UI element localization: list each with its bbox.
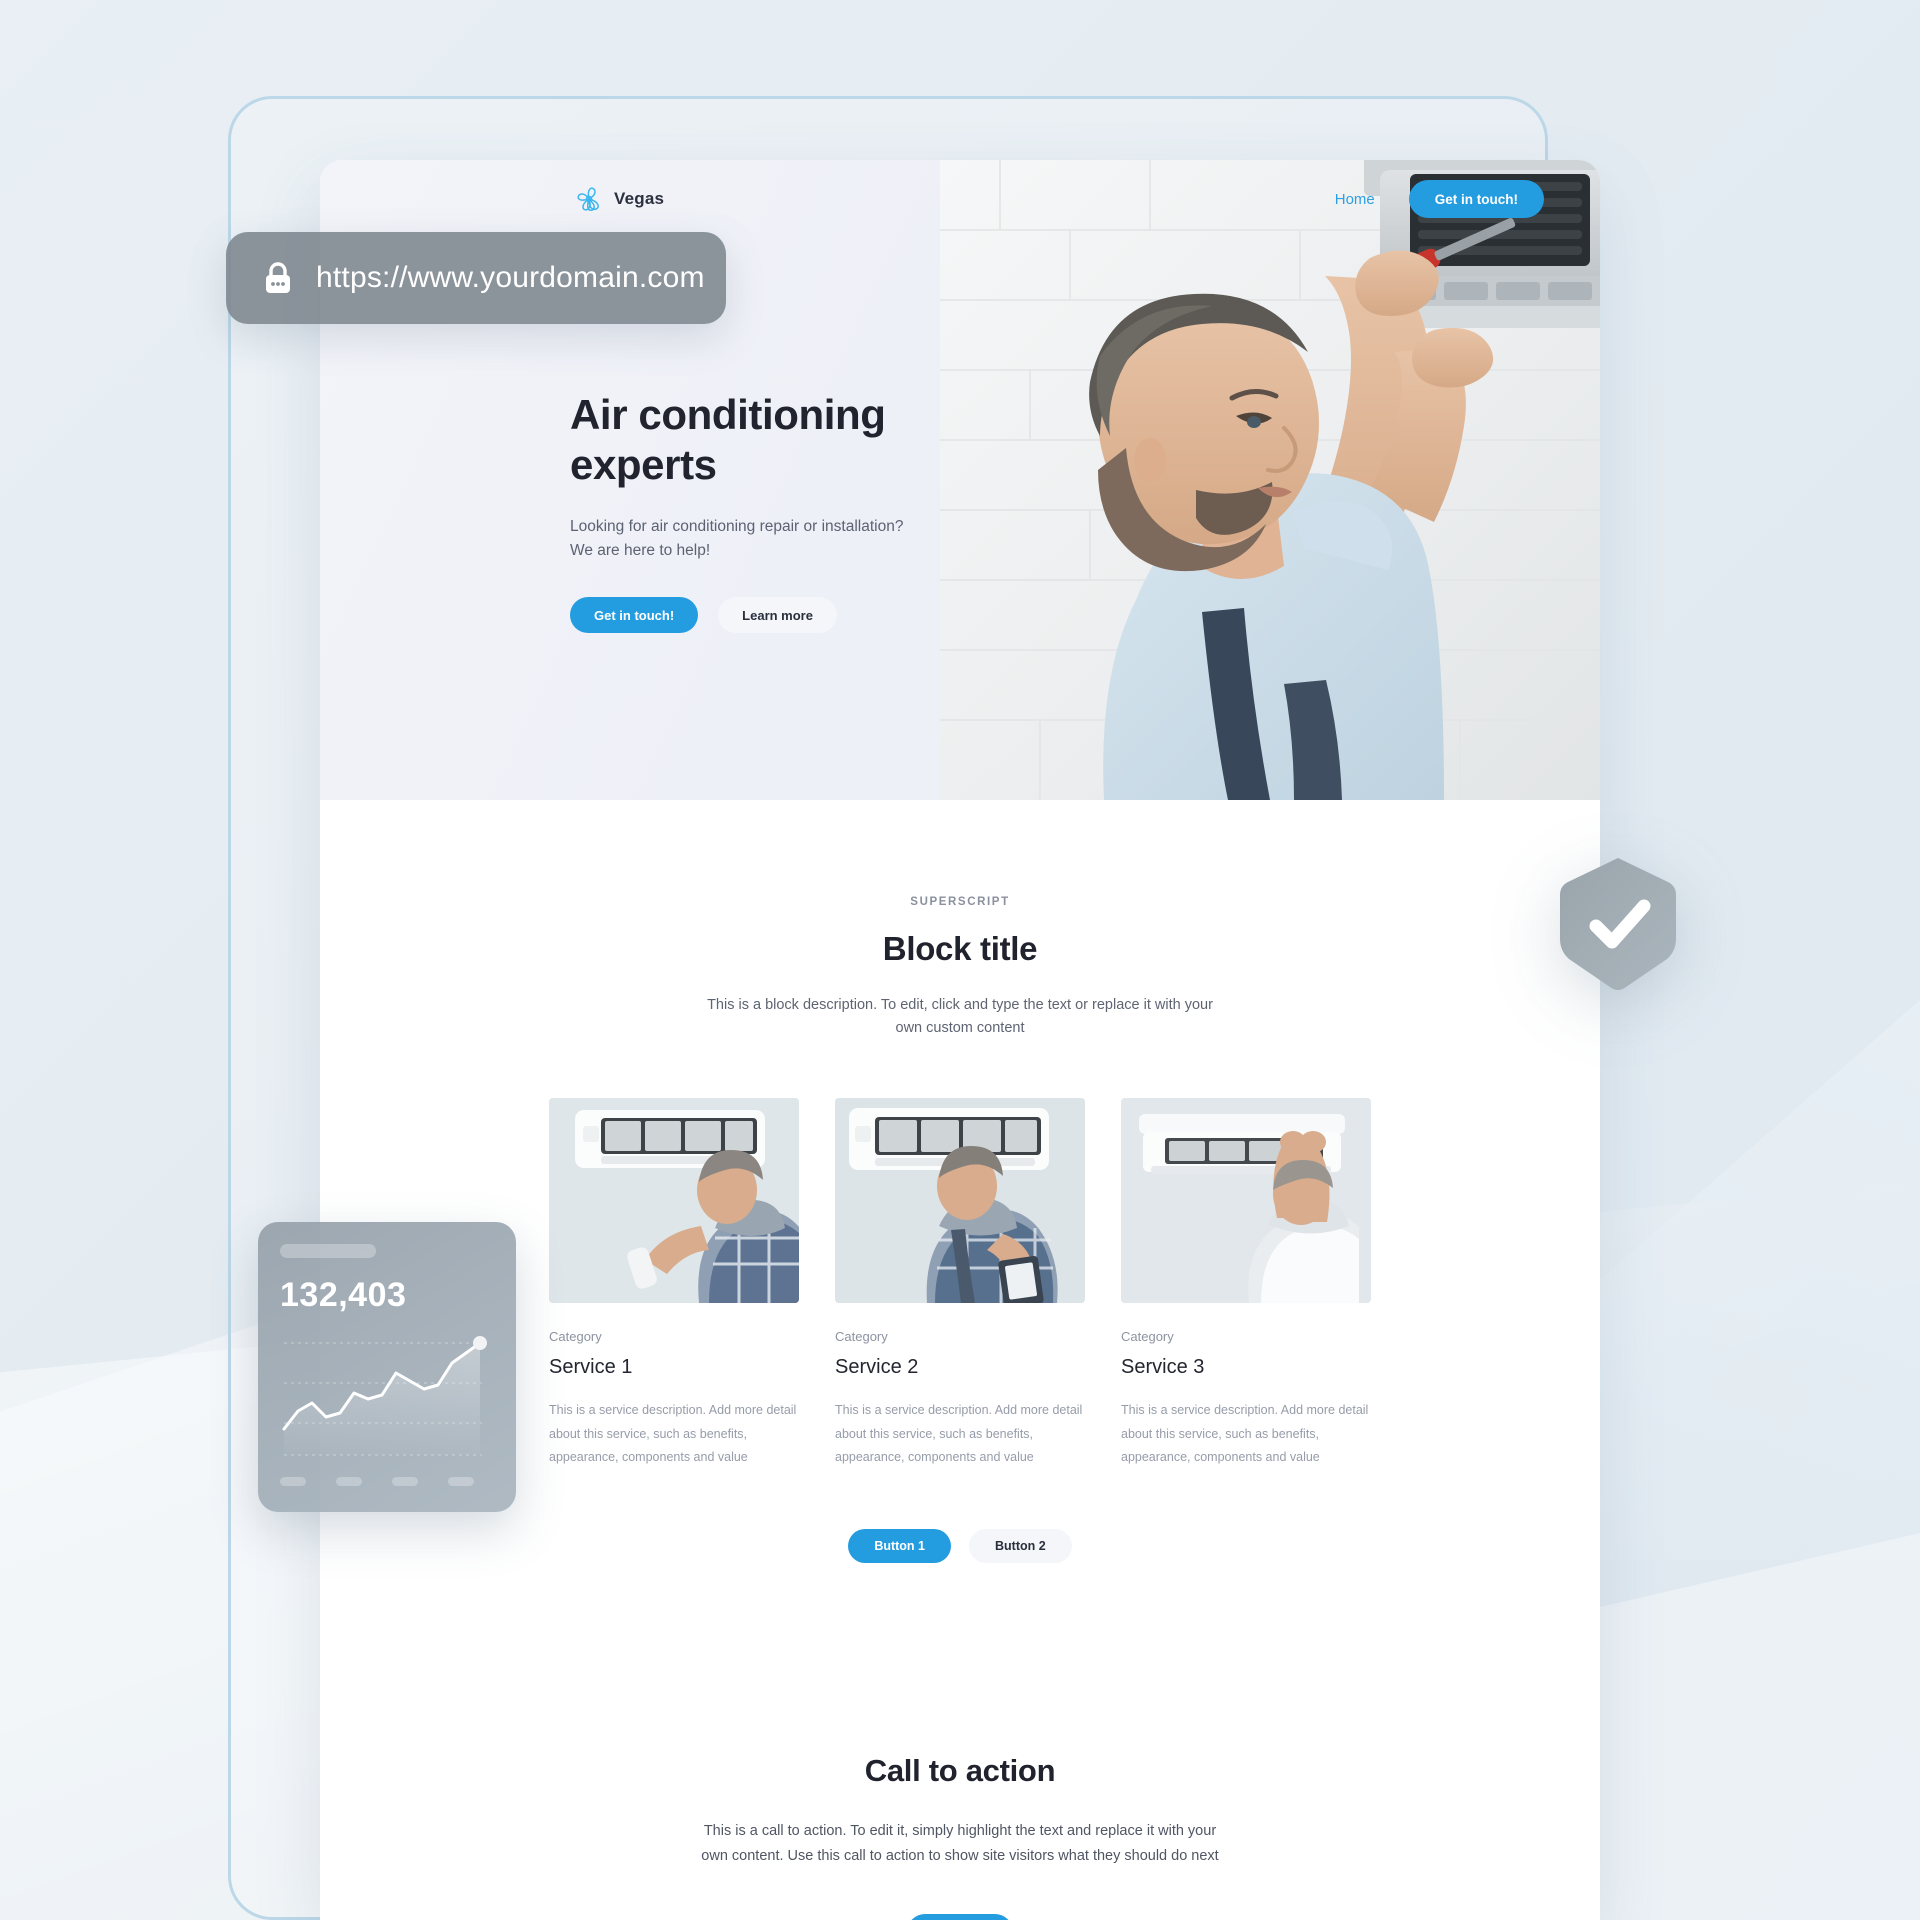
service-card-text: This is a service description. Add more … <box>1121 1403 1369 1464</box>
hero-get-in-touch-button[interactable]: Get in touch! <box>570 597 699 634</box>
hero-actions: Get in touch! Learn more <box>570 597 970 634</box>
call-to-action-block: Call to action This is a call to action.… <box>320 1563 1600 1920</box>
service-card-category: Category <box>835 1329 888 1345</box>
stat-card-legend <box>280 1477 494 1486</box>
header-get-in-touch-button[interactable]: Get in touch! <box>1408 180 1544 218</box>
url-bar-overlay[interactable]: https://www.yourdomain.com <box>226 232 726 324</box>
stat-card-value: 132,403 <box>280 1276 407 1314</box>
service-card-title: Service 2 <box>835 1356 919 1379</box>
stat-card-widget: 132,403 <box>258 1222 516 1512</box>
stat-legend-chip <box>448 1477 474 1486</box>
service-card-title: Service 3 <box>1121 1356 1205 1379</box>
stat-card-label-placeholder <box>280 1244 376 1258</box>
hero-image <box>940 160 1600 800</box>
stat-card-line-chart <box>280 1331 494 1465</box>
service-card-text: This is a service description. Add more … <box>835 1403 1083 1464</box>
stat-legend-chip <box>280 1477 306 1486</box>
browser-mockup: Vegas Home Get in touch! Air conditionin… <box>320 160 1600 1920</box>
block-title: Block title <box>882 930 1038 967</box>
hero-copy: Air conditioning experts Looking for air… <box>570 390 970 634</box>
services-button-2[interactable]: Button 2 <box>969 1528 1072 1563</box>
service-card[interactable]: Category Service 1 This is a service des… <box>549 1098 799 1468</box>
url-text: https://www.yourdomain.com <box>316 261 705 294</box>
cta-title: Call to action <box>864 1752 1056 1788</box>
hero-learn-more-button[interactable]: Learn more <box>718 597 837 634</box>
brand-name: Vegas <box>614 189 665 208</box>
service-card-text: This is a service description. Add more … <box>549 1403 797 1464</box>
block-description: This is a block description. To edit, cl… <box>707 997 1213 1037</box>
cta-actions: Button 1 <box>320 1913 1600 1920</box>
service-card-list: Category Service 1 This is a service des… <box>549 1098 1371 1468</box>
primary-nav: Home Get in touch! <box>1335 180 1544 218</box>
service-card-image <box>1121 1098 1371 1304</box>
cta-description: This is a call to action. To edit it, si… <box>701 1822 1219 1865</box>
shield-check-badge <box>1556 856 1680 992</box>
lock-icon <box>262 260 294 296</box>
service-card[interactable]: Category Service 3 This is a service des… <box>1121 1098 1371 1468</box>
block-superscript: SUPERSCRIPT <box>910 896 1010 908</box>
site-header: Vegas Home Get in touch! <box>320 160 1600 238</box>
stat-legend-chip <box>336 1477 362 1486</box>
service-card-category: Category <box>1121 1329 1174 1345</box>
services-button-1[interactable]: Button 1 <box>848 1528 951 1563</box>
fan-logo-icon <box>574 184 604 214</box>
service-card-image <box>549 1098 799 1304</box>
services-block-actions: Button 1 Button 2 <box>320 1528 1600 1563</box>
stat-legend-chip <box>392 1477 418 1486</box>
hero-subtitle: Looking for air conditioning repair or i… <box>570 518 904 560</box>
brand[interactable]: Vegas <box>574 184 664 214</box>
service-card[interactable]: Category Service 2 This is a service des… <box>835 1098 1085 1468</box>
nav-link-home[interactable]: Home <box>1335 191 1375 208</box>
cta-button-1[interactable]: Button 1 <box>906 1913 1014 1920</box>
hero-title: Air conditioning experts <box>570 391 886 488</box>
service-card-image <box>835 1098 1085 1304</box>
service-card-category: Category <box>549 1329 602 1345</box>
service-card-title: Service 1 <box>549 1356 633 1379</box>
